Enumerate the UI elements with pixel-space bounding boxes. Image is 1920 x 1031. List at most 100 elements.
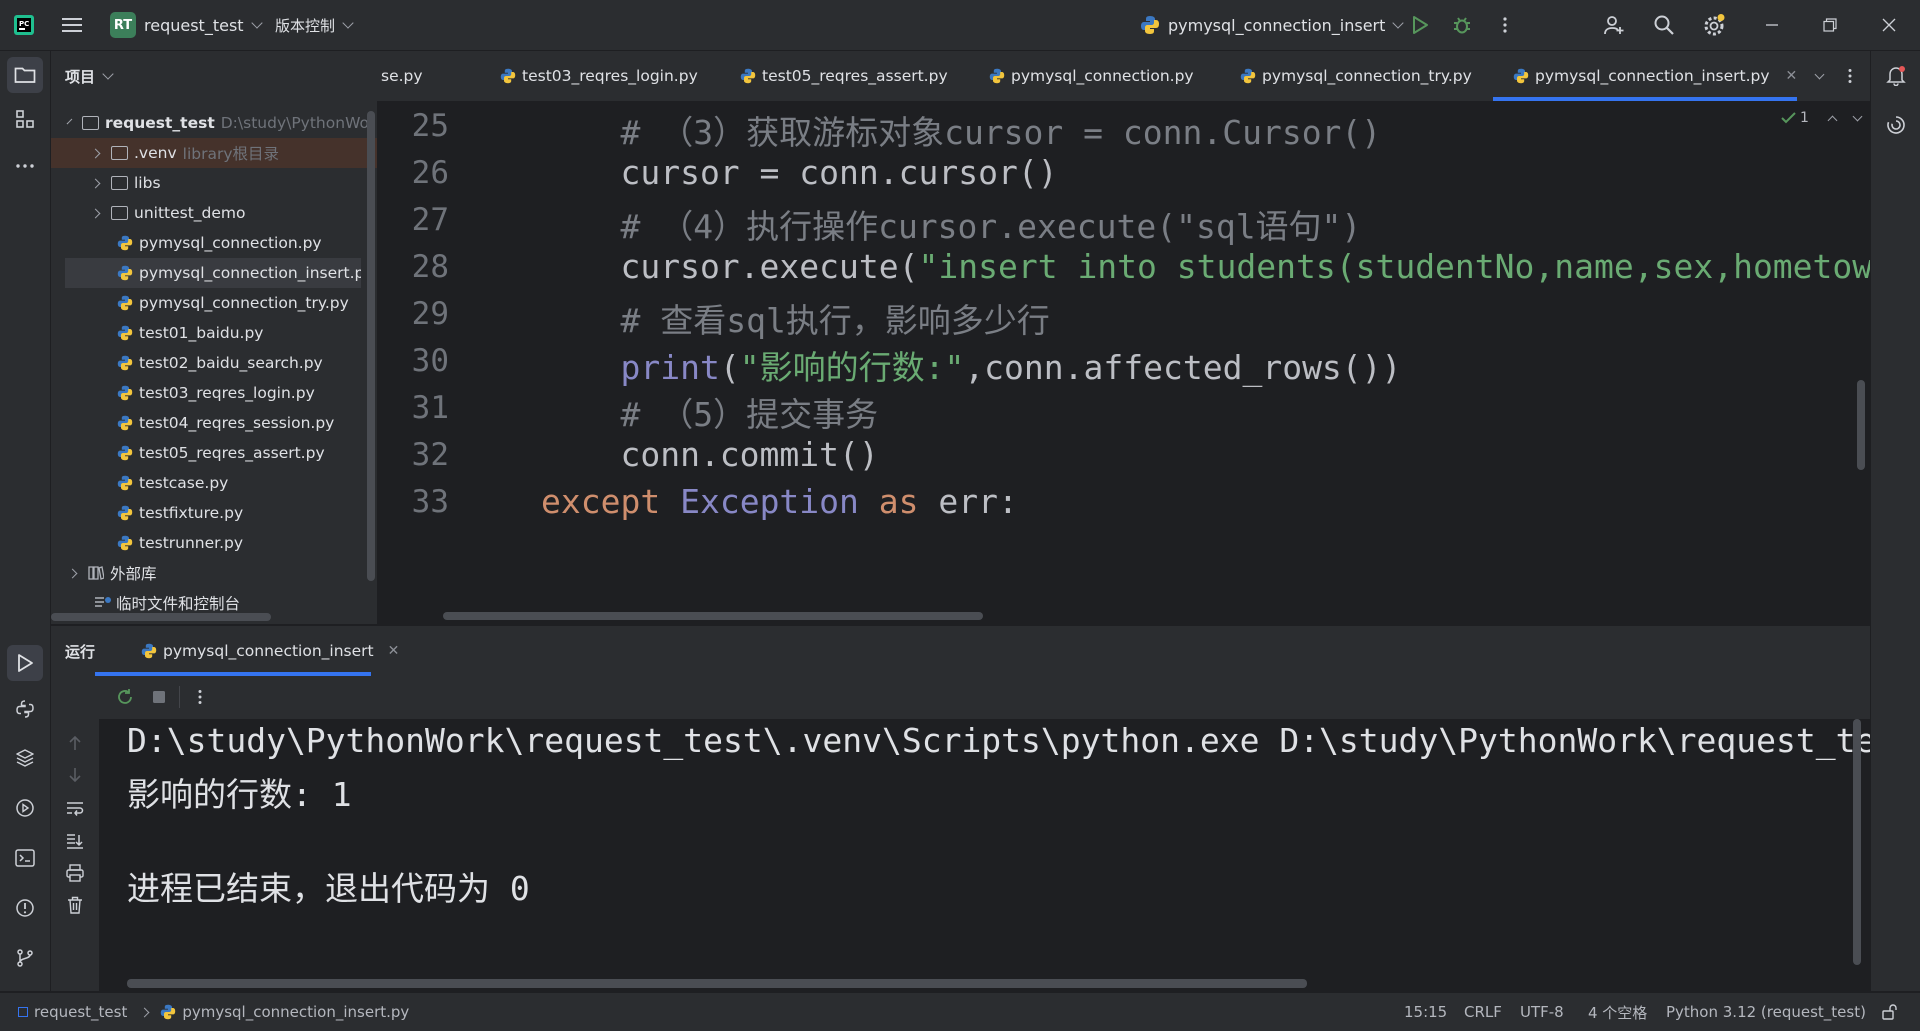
notifications-bell-icon[interactable] [1884, 63, 1908, 87]
editor-tab[interactable]: se.py [381, 51, 423, 101]
editor-tab-label: pymysql_connection_insert.py [1535, 67, 1770, 85]
tree-item-external-libs[interactable]: 外部库 [51, 558, 369, 588]
layers-icon[interactable] [13, 746, 37, 770]
arrow-up-icon[interactable] [63, 731, 87, 755]
problems-icon[interactable] [13, 896, 37, 920]
tree-item-unittest-demo[interactable]: unittest_demo [51, 198, 369, 228]
more-horizontal-icon[interactable] [13, 154, 37, 178]
tree-item-python-file[interactable]: testfixture.py [51, 498, 369, 528]
indent-setting[interactable]: 4 个空格 [1588, 993, 1647, 1031]
tree-item-python-file[interactable]: test04_reqres_session.py [51, 408, 369, 438]
run-icon[interactable] [1408, 13, 1432, 37]
tab-list-chevron-icon[interactable] [1807, 64, 1831, 88]
run-side-toolbar [51, 719, 99, 991]
project-horizontal-scrollbar[interactable] [51, 613, 271, 621]
python-file-icon [117, 265, 133, 281]
editor-tab-label: se.py [381, 67, 423, 85]
lock-open-icon[interactable] [1878, 1002, 1900, 1022]
tree-item-python-file[interactable]: pymysql_connection_try.py [51, 288, 369, 318]
tree-item-python-file[interactable]: test05_reqres_assert.py [51, 438, 369, 468]
tab-more-icon[interactable] [1838, 64, 1862, 88]
inspection-widget[interactable]: 1 [1781, 110, 1863, 126]
python-file-icon [117, 475, 133, 491]
services-icon[interactable] [13, 796, 37, 820]
line-separator[interactable]: CRLF [1464, 993, 1502, 1031]
tree-item-python-file[interactable]: test02_baidu_search.py [51, 348, 369, 378]
python-icon [161, 1004, 176, 1020]
run-config-selector[interactable]: pymysql_connection_insert [1140, 0, 1405, 50]
tree-item-python-file[interactable]: testcase.py [51, 468, 369, 498]
project-panel-title[interactable]: 项目 [65, 51, 114, 101]
tree-item-python-file[interactable]: test03_reqres_login.py [51, 378, 369, 408]
editor-tab[interactable]: pymysql_connection_try.py [1240, 51, 1472, 101]
tree-item-python-file[interactable]: test01_baidu.py [51, 318, 369, 348]
code-token: print [620, 348, 720, 387]
editor-horizontal-scrollbar[interactable] [443, 612, 983, 620]
minimize-icon[interactable] [1760, 13, 1784, 37]
breadcrumb-file[interactable]: pymysql_connection_insert.py [182, 1003, 409, 1021]
code-token: ,conn.affected_rows()) [964, 348, 1402, 387]
editor-vertical-scrollbar[interactable] [1857, 380, 1865, 470]
tree-item-python-file[interactable]: pymysql_connection.py [51, 228, 369, 258]
python-console-icon[interactable] [13, 697, 37, 721]
breadcrumb-project[interactable]: request_test [34, 1003, 127, 1021]
project-switcher[interactable]: RT request_test [110, 0, 263, 50]
project-vertical-scrollbar[interactable] [367, 111, 375, 581]
structure-icon[interactable] [13, 107, 37, 131]
ai-assistant-icon[interactable] [1884, 113, 1908, 137]
run-tool-icon[interactable] [7, 645, 43, 681]
project-folder-icon[interactable] [7, 57, 43, 93]
console-horizontal-scrollbar[interactable] [127, 979, 1307, 988]
python-file-icon [117, 385, 133, 401]
rerun-icon[interactable] [113, 685, 137, 709]
run-console-output[interactable]: D:\study\PythonWork\request_test\.venv\S… [99, 719, 1870, 991]
print-icon[interactable] [63, 861, 87, 885]
breadcrumb: request_test pymysql_connection_insert.p… [18, 993, 409, 1031]
previous-problem-icon[interactable] [1827, 115, 1838, 125]
caret-position[interactable]: 15:15 [1404, 993, 1447, 1031]
tree-item-python-file[interactable]: testrunner.py [51, 528, 369, 558]
python-interpreter[interactable]: Python 3.12 (request_test) [1666, 993, 1866, 1031]
next-problem-icon[interactable] [1852, 111, 1863, 121]
more-vertical-icon[interactable] [1493, 13, 1517, 37]
search-icon[interactable] [1652, 13, 1676, 37]
close-tab-icon[interactable]: ✕ [388, 643, 400, 659]
code-token: except [541, 482, 661, 521]
tree-item-libs[interactable]: libs [51, 168, 369, 198]
stop-icon[interactable] [147, 685, 171, 709]
code-editor[interactable]: 25 # （3）获取游标对象cursor = conn.Cursor() 26 c… [377, 102, 1870, 624]
scroll-to-end-icon[interactable] [63, 829, 87, 853]
console-vertical-scrollbar[interactable] [1853, 719, 1861, 965]
tree-item-label: 外部库 [110, 565, 157, 583]
pycharm-logo-icon[interactable]: PC [12, 13, 36, 37]
code-line: # （4）执行操作cursor.execute("sql语句") [541, 200, 1361, 248]
tree-item-venv[interactable]: .venv library根目录 [51, 138, 377, 168]
editor-tab[interactable]: test03_reqres_login.py [500, 51, 698, 101]
tree-item-label: testfixture.py [139, 504, 244, 522]
vcs-menu[interactable]: 版本控制 [275, 0, 354, 50]
run-tab[interactable]: pymysql_connection_insert ✕ [131, 626, 409, 676]
terminal-icon[interactable] [13, 846, 37, 870]
tree-root[interactable]: request_test D:\study\PythonWork\ [51, 108, 369, 138]
close-tab-icon[interactable]: ✕ [1786, 68, 1798, 84]
debug-icon[interactable] [1450, 13, 1474, 37]
chevron-right-icon [67, 568, 78, 578]
restore-icon[interactable] [1818, 13, 1842, 37]
arrow-down-icon[interactable] [63, 763, 87, 787]
tree-item-python-file[interactable]: pymysql_connection_insert.py [65, 258, 361, 288]
add-user-icon[interactable] [1602, 13, 1626, 37]
editor-tab[interactable]: pymysql_connection_insert.py ✕ [1513, 51, 1797, 101]
scratch-console-icon [95, 597, 111, 607]
code-line: # （5）提交事务 [541, 388, 878, 436]
close-window-icon[interactable] [1877, 13, 1901, 37]
settings-gear-icon[interactable] [1701, 12, 1727, 38]
file-encoding[interactable]: UTF-8 [1520, 993, 1564, 1031]
editor-tab[interactable]: test05_reqres_assert.py [740, 51, 948, 101]
more-vertical-icon[interactable] [188, 685, 212, 709]
editor-tab[interactable]: pymysql_connection.py [989, 51, 1194, 101]
trash-icon[interactable] [63, 893, 87, 917]
git-branch-icon[interactable] [13, 946, 37, 970]
soft-wrap-icon[interactable] [63, 796, 87, 820]
python-file-icon [989, 68, 1005, 84]
main-menu-icon[interactable] [60, 13, 84, 37]
